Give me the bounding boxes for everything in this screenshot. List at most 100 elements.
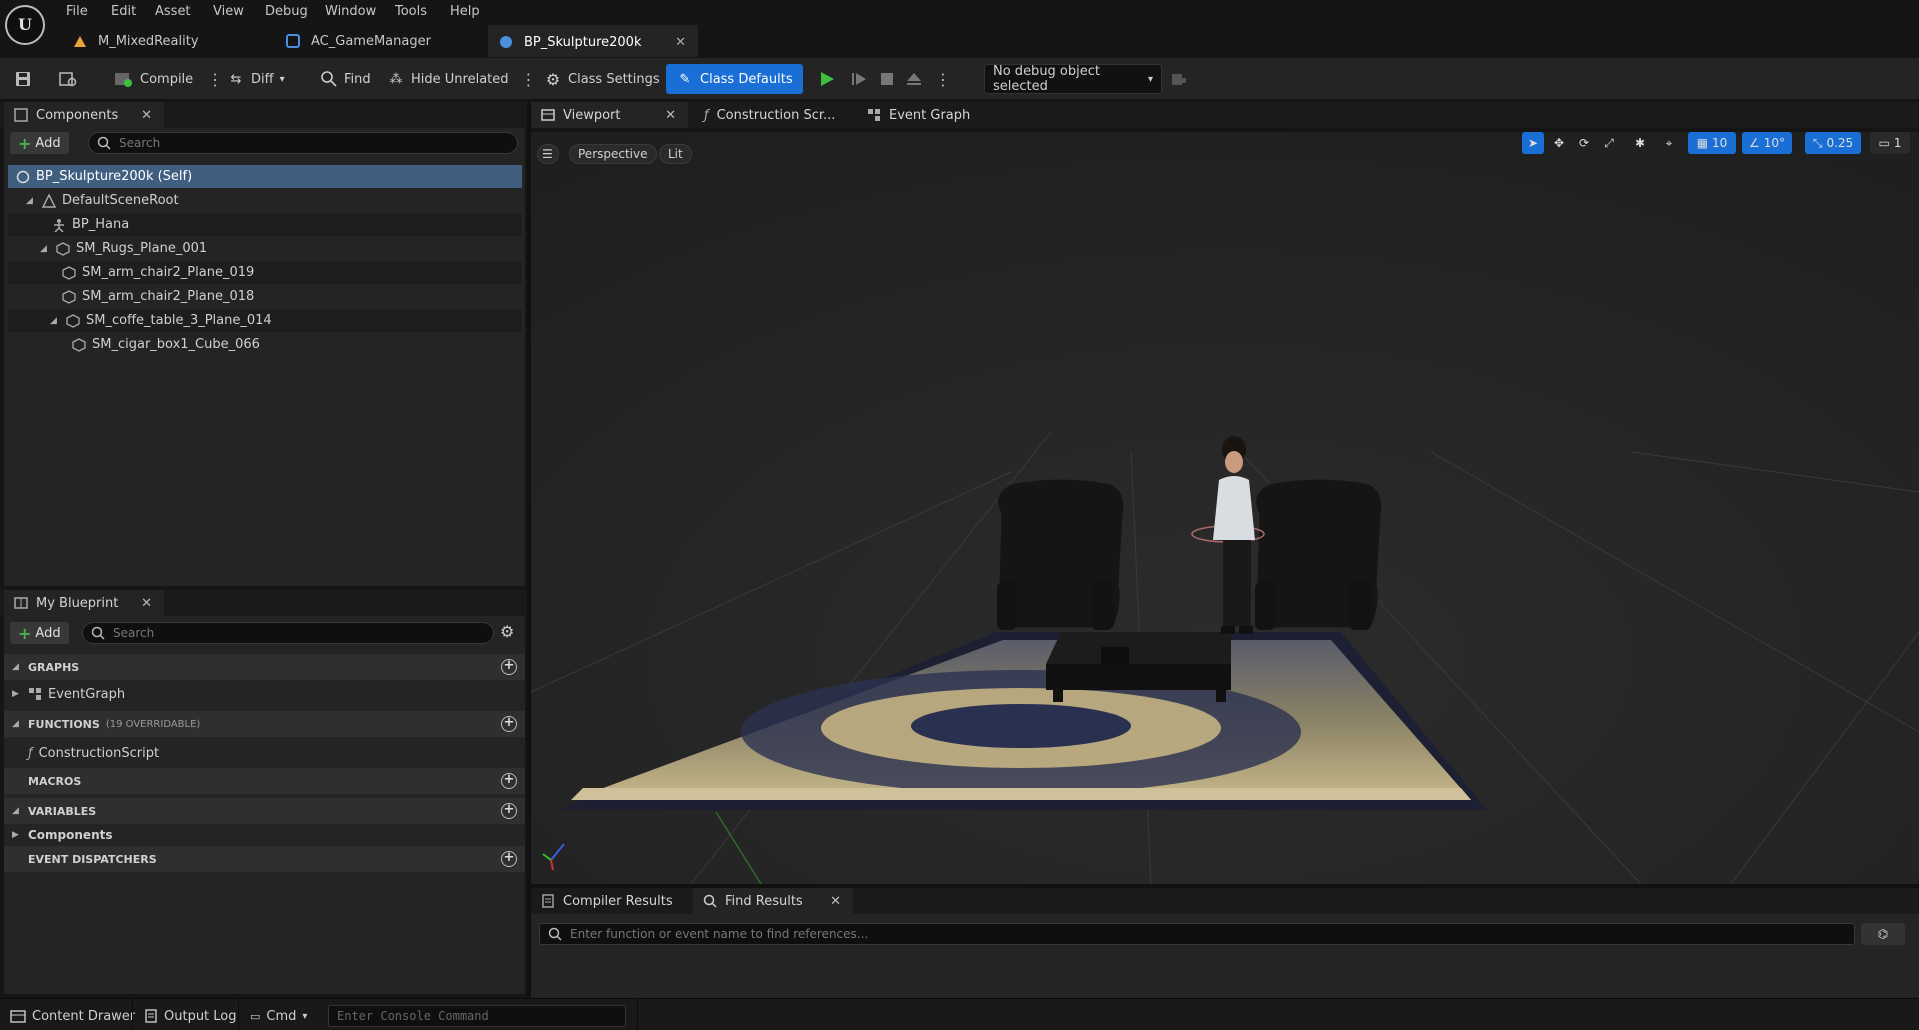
class-settings-button[interactable]: ⚙ Class Settings xyxy=(544,64,660,94)
add-variable-icon[interactable]: + xyxy=(501,803,517,819)
viewport-menu-button[interactable]: ☰ xyxy=(537,144,559,164)
play-options-button[interactable]: ⋮ xyxy=(935,64,951,94)
play-button[interactable] xyxy=(818,64,836,94)
title-bar: U File Edit Asset View Debug Window Tool… xyxy=(0,0,1919,57)
add-function-icon[interactable]: + xyxy=(501,716,517,732)
find-in-all-blueprints-button[interactable]: ⌬ xyxy=(1861,923,1905,945)
tree-item-arm-chair-019[interactable]: SM_arm_chair2_Plane_019 xyxy=(8,261,522,284)
save-button[interactable] xyxy=(14,64,32,94)
tree-item-self[interactable]: BP_Skulpture200k (Self) xyxy=(8,165,522,188)
close-icon[interactable]: ✕ xyxy=(141,596,152,611)
output-log-button[interactable]: Output Log xyxy=(144,1005,237,1027)
close-icon[interactable]: ✕ xyxy=(665,108,676,123)
tab-m-mixedreality[interactable]: M_MixedReality xyxy=(62,25,272,57)
tab-construction-script[interactable]: ƒ Construction Scr... xyxy=(694,102,854,128)
search-icon xyxy=(321,71,337,87)
menu-asset[interactable]: Asset xyxy=(155,3,191,21)
menu-edit[interactable]: Edit xyxy=(111,3,136,21)
section-functions[interactable]: ◢ FUNCTIONS (19 OVERRIDABLE) + xyxy=(4,711,525,737)
variables-components-category[interactable]: ▶ Components xyxy=(4,823,525,847)
viewport-canvas[interactable]: ☰ Perspective Lit xyxy=(531,132,1919,884)
tab-bp-skulpture200k[interactable]: BP_Skulpture200k ✕ xyxy=(488,25,698,57)
caret-down-icon[interactable]: ◢ xyxy=(40,244,50,254)
compile-button[interactable]: Compile ⋮ xyxy=(114,64,223,94)
cmd-select[interactable]: ▭ Cmd ▾ xyxy=(250,1005,307,1027)
console-command-input[interactable]: Enter Console Command xyxy=(328,1005,626,1027)
components-tabbar: Components ✕ xyxy=(0,102,528,128)
caret-down-icon[interactable]: ◢ xyxy=(50,316,60,326)
section-graphs[interactable]: ◢ GRAPHS + xyxy=(4,654,525,680)
class-defaults-button[interactable]: ✎ Class Defaults xyxy=(666,64,803,94)
unreal-logo-icon[interactable]: U xyxy=(5,5,45,45)
find-references-input[interactable]: Enter function or event name to find ref… xyxy=(539,923,1855,945)
scale-snap-button[interactable]: ⤡ 0.25 xyxy=(1805,132,1861,154)
tab-find-results[interactable]: Find Results ✕ xyxy=(693,888,853,914)
tab-viewport[interactable]: Viewport ✕ xyxy=(531,102,688,128)
tab-my-blueprint[interactable]: My Blueprint ✕ xyxy=(4,590,164,616)
stop-icon xyxy=(881,73,893,85)
section-macros[interactable]: MACROS + xyxy=(4,768,525,794)
translate-mode-button[interactable]: ✥ xyxy=(1548,132,1570,154)
add-event-dispatcher-icon[interactable]: + xyxy=(501,851,517,867)
add-member-button[interactable]: + Add xyxy=(10,622,69,644)
tab-event-graph[interactable]: Event Graph xyxy=(857,102,1017,128)
static-mesh-icon xyxy=(56,241,70,256)
rotation-snap-button[interactable]: ∠ 10° xyxy=(1742,132,1792,154)
content-drawer-button[interactable]: Content Drawer xyxy=(10,1005,135,1027)
add-component-button[interactable]: + Add xyxy=(10,132,69,154)
function-item-constructionscript[interactable]: ƒ ConstructionScript xyxy=(4,741,525,765)
menu-file[interactable]: File xyxy=(66,3,88,21)
blueprint-search-input[interactable]: Search xyxy=(82,622,494,644)
graph-item-eventgraph[interactable]: ▶ EventGraph xyxy=(4,682,525,706)
eject-button[interactable] xyxy=(905,64,923,94)
search-icon xyxy=(97,136,111,150)
stop-button[interactable] xyxy=(878,64,896,94)
close-icon[interactable]: ✕ xyxy=(675,35,686,50)
menu-window[interactable]: Window xyxy=(325,3,376,21)
tree-item-arm-chair-018[interactable]: SM_arm_chair2_Plane_018 xyxy=(8,285,522,308)
hide-unrelated-button[interactable]: ⁂ Hide Unrelated ⋮ xyxy=(387,64,537,94)
section-event-dispatchers[interactable]: EVENT DISPATCHERS + xyxy=(4,846,525,872)
caret-down-icon[interactable]: ◢ xyxy=(26,196,36,206)
tab-components[interactable]: Components ✕ xyxy=(4,102,164,128)
surface-snap-button[interactable]: ⌖ xyxy=(1658,132,1680,154)
debug-object-select[interactable]: No debug object selected ▾ xyxy=(984,64,1162,94)
step-button[interactable] xyxy=(850,64,868,94)
caret-down-icon: ◢ xyxy=(12,719,19,729)
close-icon[interactable]: ✕ xyxy=(830,894,841,909)
section-variables[interactable]: ◢ VARIABLES + xyxy=(4,798,525,824)
browse-button[interactable] xyxy=(58,64,78,94)
tree-item-sm-rugs[interactable]: ◢ SM_Rugs_Plane_001 xyxy=(8,237,522,260)
compile-options-icon[interactable]: ⋮ xyxy=(207,70,223,89)
select-mode-button[interactable]: ➤ xyxy=(1522,132,1544,154)
close-icon[interactable]: ✕ xyxy=(141,108,152,123)
find-button[interactable]: Find xyxy=(320,64,371,94)
tree-item-defaultsceneroot[interactable]: ◢ DefaultSceneRoot xyxy=(8,189,522,212)
perspective-button[interactable]: Perspective xyxy=(569,144,657,164)
rotate-mode-button[interactable]: ⟳ xyxy=(1573,132,1595,154)
menu-help[interactable]: Help xyxy=(450,3,480,21)
add-macro-icon[interactable]: + xyxy=(501,773,517,789)
tab-compiler-results[interactable]: Compiler Results xyxy=(531,888,691,914)
debug-filter-button[interactable] xyxy=(1170,64,1188,94)
tab-ac-gamemanager[interactable]: AC_GameManager xyxy=(275,25,485,57)
gear-icon[interactable]: ⚙ xyxy=(500,622,514,641)
components-search-input[interactable]: Search xyxy=(88,132,518,154)
add-graph-icon[interactable]: + xyxy=(501,659,517,675)
menu-view[interactable]: View xyxy=(213,3,244,21)
grid-snap-button[interactable]: ▦ 10 xyxy=(1688,132,1736,154)
tree-item-cigar-box[interactable]: SM_cigar_box1_Cube_066 xyxy=(8,333,522,356)
lit-button[interactable]: Lit xyxy=(659,144,692,164)
more-options-icon[interactable]: ⋮ xyxy=(521,70,537,89)
blueprint-icon xyxy=(16,170,30,183)
menu-debug[interactable]: Debug xyxy=(265,3,308,21)
scale-mode-button[interactable]: ⤢ xyxy=(1598,132,1620,154)
menu-tools[interactable]: Tools xyxy=(395,3,427,21)
world-local-button[interactable]: ✱ xyxy=(1629,132,1651,154)
camera-speed-button[interactable]: ▭ 1 xyxy=(1870,132,1910,154)
tree-item-bp-hana[interactable]: BP_Hana xyxy=(8,213,522,236)
caret-right-icon[interactable]: ▶ xyxy=(12,830,22,840)
caret-right-icon[interactable]: ▶ xyxy=(12,689,22,699)
diff-button[interactable]: ⇆ Diff ▾ xyxy=(227,64,285,94)
tree-item-coffe-table[interactable]: ◢ SM_coffe_table_3_Plane_014 xyxy=(8,309,522,332)
